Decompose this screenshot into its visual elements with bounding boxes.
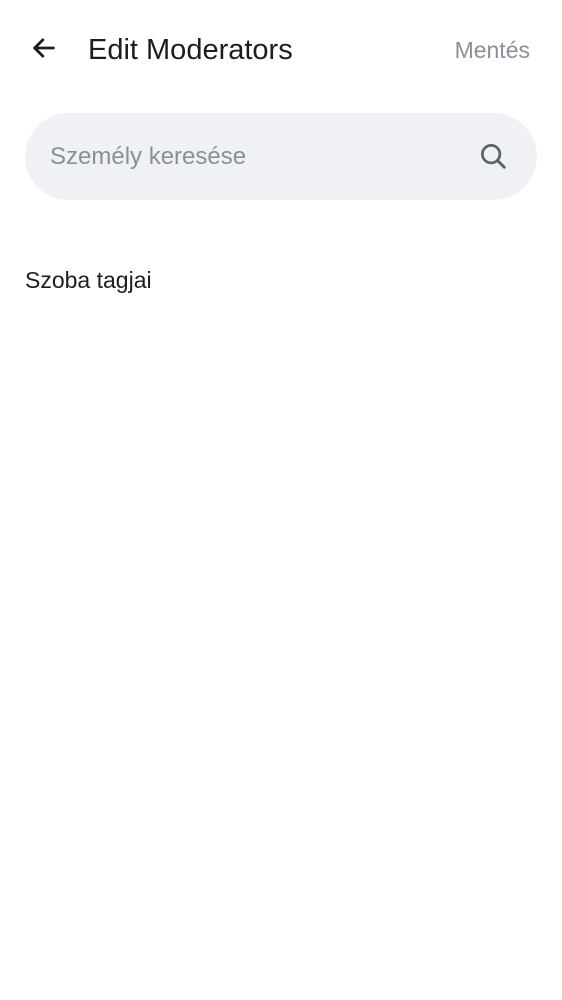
back-button[interactable] bbox=[22, 28, 66, 72]
search-box bbox=[25, 113, 537, 200]
save-button[interactable]: Mentés bbox=[455, 34, 530, 66]
section-header-room-members: Szoba tagjai bbox=[25, 267, 152, 293]
app-bar: Edit Moderators Mentés bbox=[0, 0, 562, 100]
page-title: Edit Moderators bbox=[88, 34, 293, 66]
search-icon[interactable] bbox=[477, 140, 509, 172]
arrow-left-icon bbox=[30, 34, 58, 67]
search-input[interactable] bbox=[50, 113, 470, 200]
